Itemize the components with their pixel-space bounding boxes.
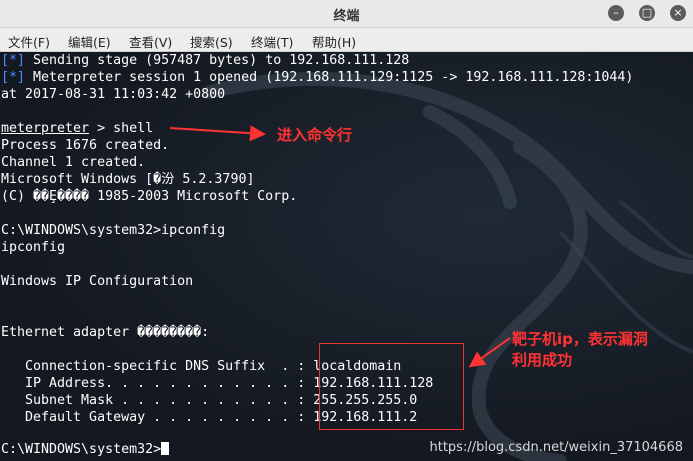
csdn-watermark: https://blog.csdn.net/weixin_37104668 bbox=[429, 440, 683, 455]
text-cursor bbox=[161, 442, 170, 455]
success-annotation-line-1: 靶子机ip，表示漏洞 bbox=[512, 330, 648, 348]
terminal-prompt-line[interactable]: C:\WINDOWS\system32> bbox=[1, 441, 170, 458]
terminal-line: ipconfig bbox=[1, 240, 66, 255]
terminal-line: (C) ��Ȩ���� 1985-2003 Microsoft Corp. bbox=[1, 189, 298, 204]
menu-search[interactable]: 搜索(S) bbox=[190, 32, 233, 51]
terminal-line: [*] Sending stage (957487 bytes) to 192.… bbox=[1, 53, 410, 68]
menu-bar: 文件(F) 编辑(E) 查看(V) 搜索(S) 终端(T) 帮助(H) bbox=[0, 28, 693, 52]
meterpreter-prompt: meterpreter bbox=[1, 121, 90, 136]
maximize-icon[interactable]: □ bbox=[639, 5, 655, 21]
menu-view[interactable]: 查看(V) bbox=[129, 32, 172, 51]
menu-help[interactable]: 帮助(H) bbox=[312, 32, 356, 51]
minimize-icon[interactable]: – bbox=[608, 5, 624, 21]
terminal-line: Channel 1 created. bbox=[1, 155, 146, 170]
terminal-line: Microsoft Windows [�汾 5.2.3790] bbox=[1, 172, 255, 187]
terminal-line: meterpreter > shell bbox=[1, 121, 154, 136]
menu-edit[interactable]: 编辑(E) bbox=[68, 32, 111, 51]
terminal-line: C:\WINDOWS\system32>ipconfig bbox=[1, 223, 226, 238]
terminal-output[interactable]: [*] Sending stage (957487 bytes) to 192.… bbox=[0, 52, 693, 461]
terminal-line: [*] Meterpreter session 1 opened (192.16… bbox=[1, 70, 634, 85]
window-title: 终端 bbox=[333, 9, 360, 24]
terminal-line: at 2017-08-31 11:03:42 +0800 bbox=[1, 87, 226, 102]
shell-annotation: 进入命令行 bbox=[277, 126, 353, 144]
menu-file[interactable]: 文件(F) bbox=[8, 32, 50, 51]
terminal-line: Process 1676 created. bbox=[1, 138, 170, 153]
menu-terminal[interactable]: 终端(T) bbox=[251, 32, 293, 51]
terminal-line: Ethernet adapter ��������: bbox=[1, 325, 210, 340]
ip-config-highlight-box bbox=[319, 343, 464, 430]
close-icon[interactable]: × bbox=[670, 5, 686, 21]
title-bar[interactable]: 终端 – □ × bbox=[0, 0, 693, 28]
terminal-line: Windows IP Configuration bbox=[1, 274, 194, 289]
terminal-window: 终端 – □ × 文件(F) 编辑(E) 查看(V) 搜索(S) 终端(T) 帮… bbox=[0, 0, 693, 461]
success-annotation-line-2: 利用成功 bbox=[512, 351, 573, 369]
